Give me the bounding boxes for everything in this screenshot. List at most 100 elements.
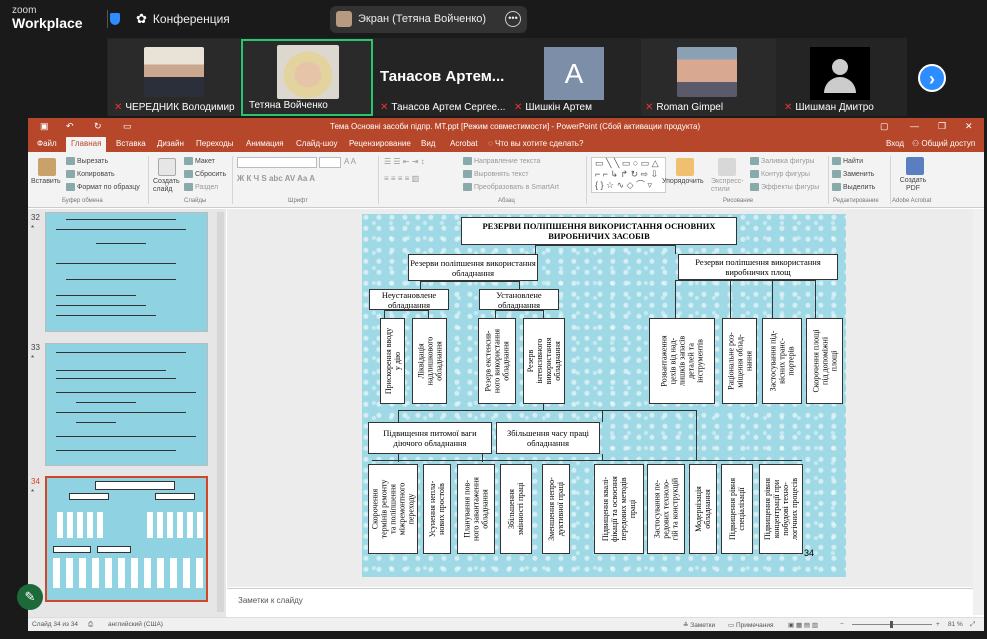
tab-transitions[interactable]: Переходы bbox=[196, 139, 234, 148]
minimize-icon[interactable]: — bbox=[910, 121, 919, 131]
paste-button[interactable]: Вставить bbox=[31, 178, 61, 185]
replace-button[interactable]: Заменить bbox=[832, 170, 874, 178]
thumbnails-scrollbar[interactable] bbox=[217, 212, 224, 612]
slide-canvas[interactable]: РЕЗЕРВИ ПОЛІПШЕННЯ ВИКОРИСТАННЯ ОСНОВНИХ… bbox=[362, 214, 846, 577]
mic-muted-icon: ✕ bbox=[380, 102, 389, 113]
thumbnail-number: 32 bbox=[31, 213, 40, 222]
slide-thumbnail-selected[interactable] bbox=[45, 476, 208, 602]
conference-label: Конференция bbox=[152, 12, 230, 26]
slide-number: 34 bbox=[804, 548, 815, 558]
align-buttons[interactable]: ≡ ≡ ≡ ≡ ▥ bbox=[384, 174, 419, 183]
arrange-icon[interactable] bbox=[676, 158, 694, 176]
undo-icon[interactable]: ↶ bbox=[66, 121, 74, 132]
tab-insert[interactable]: Вставка bbox=[116, 139, 146, 148]
conference-menu[interactable]: ✿ Конференция bbox=[136, 11, 230, 27]
redo-icon[interactable]: ↻ bbox=[94, 121, 102, 132]
view-buttons[interactable]: ▣ ▦ ▤ ▥ bbox=[788, 621, 818, 629]
list-buttons[interactable]: ☰ ☰ ⇤ ⇥ ↕ bbox=[384, 157, 425, 166]
participant-tile[interactable]: ✕ ЧЕРЕДНИК Володимир bbox=[108, 39, 240, 116]
zoom-out-button[interactable]: − bbox=[840, 621, 844, 628]
participant-tile[interactable]: ✕ Танасов Артем Сергее... bbox=[374, 39, 508, 116]
align-text-button[interactable]: Выровнять текст bbox=[463, 170, 529, 178]
group-clipboard: Буфер обмена bbox=[62, 198, 103, 204]
participant-tile[interactable]: ✕ Шишман Дмитро bbox=[778, 39, 906, 116]
tab-slideshow[interactable]: Слайд-шоу bbox=[296, 139, 337, 148]
present-icon[interactable]: ▭ bbox=[123, 121, 132, 132]
shape-effects-button[interactable]: Эффекты фигуры bbox=[750, 183, 819, 191]
tab-design[interactable]: Дизайн bbox=[157, 139, 184, 148]
quick-styles-button[interactable]: Экспресс-стили bbox=[711, 178, 747, 194]
tab-animations[interactable]: Анимация bbox=[246, 139, 284, 148]
copy-button[interactable]: Копировать bbox=[66, 170, 115, 178]
tab-home[interactable]: Главная bbox=[66, 137, 107, 152]
new-slide-button[interactable]: Создать слайд bbox=[153, 178, 185, 194]
window-title: Тема Основні засоби підпр. МТ.ppt [Режим… bbox=[330, 122, 701, 131]
sign-in-link[interactable]: Вход bbox=[886, 139, 904, 148]
smartart-button[interactable]: Преобразовать в SmartArt bbox=[463, 183, 559, 191]
notes-toggle[interactable]: ≙ Заметки bbox=[683, 621, 715, 629]
maximize-icon[interactable]: ❐ bbox=[938, 121, 946, 132]
text-direction-button[interactable]: Направление текста bbox=[463, 157, 540, 165]
slide-thumbnail[interactable] bbox=[45, 212, 208, 332]
save-icon[interactable]: ▣ bbox=[40, 121, 49, 132]
tab-view[interactable]: Вид bbox=[421, 139, 435, 148]
format-painter-button[interactable]: Формат по образцу bbox=[66, 183, 140, 191]
tab-review[interactable]: Рецензирование bbox=[349, 139, 411, 148]
mic-muted-icon: ✕ bbox=[114, 102, 123, 113]
quick-styles-icon[interactable] bbox=[718, 158, 736, 176]
select-button[interactable]: Выделить bbox=[832, 183, 875, 191]
arrange-button[interactable]: Упорядочить bbox=[662, 178, 704, 185]
mic-muted-icon: ✕ bbox=[784, 102, 793, 113]
comment-icon: ▭ bbox=[728, 622, 736, 629]
font-size-buttons[interactable]: A A bbox=[344, 157, 356, 166]
layout-button[interactable]: Макет bbox=[184, 157, 215, 165]
annotate-pen-button[interactable]: ✎ bbox=[17, 584, 43, 610]
comments-toggle[interactable]: ▭ Примечания bbox=[728, 621, 773, 629]
participant-tile-active[interactable]: Тетяна Войченко bbox=[241, 39, 373, 116]
notes-pane[interactable]: Заметки к слайду bbox=[227, 588, 973, 615]
language-indicator[interactable]: английский (США) bbox=[108, 621, 163, 628]
tab-acrobat[interactable]: Acrobat bbox=[450, 139, 478, 148]
pdf-icon[interactable] bbox=[906, 157, 924, 175]
zoom-slider-thumb[interactable] bbox=[890, 621, 893, 628]
slide-counter: Слайд 34 из 34 bbox=[32, 621, 79, 628]
zoom-in-button[interactable]: + bbox=[936, 621, 940, 628]
slide-thumbnail[interactable] bbox=[45, 343, 208, 466]
font-size-select[interactable] bbox=[319, 157, 341, 168]
share-button[interactable]: ⚇ Общий доступ bbox=[912, 139, 975, 148]
tell-me[interactable]: ◌ Что вы хотите сделать? bbox=[488, 139, 583, 148]
vertical-scrollbar[interactable] bbox=[973, 209, 984, 615]
participant-tile[interactable]: ✕ Roman Gimpel bbox=[641, 39, 776, 116]
more-icon[interactable]: ••• bbox=[505, 11, 521, 27]
participant-tile[interactable]: ✕ Шишкін Артем bbox=[508, 39, 638, 116]
replace-icon bbox=[832, 170, 841, 178]
effects-icon bbox=[750, 183, 759, 191]
new-slide-icon[interactable] bbox=[158, 158, 176, 176]
next-page-button[interactable]: › bbox=[918, 64, 946, 92]
tab-file[interactable]: Файл bbox=[37, 139, 57, 148]
close-icon[interactable]: ✕ bbox=[965, 121, 973, 132]
shape-outline-button[interactable]: Контур фигуры bbox=[750, 170, 810, 178]
ribbon-options-icon[interactable]: ▢ bbox=[880, 121, 889, 132]
slide-title: РЕЗЕРВИ ПОЛІПШЕННЯ ВИКОРИСТАННЯ ОСНОВНИХ… bbox=[461, 217, 737, 245]
find-button[interactable]: Найти bbox=[832, 157, 863, 165]
slide-thumbnails-pane: 32 * 33 * 34 * bbox=[28, 209, 226, 617]
diagram-box: Раціональне роз- міщення облад- нання bbox=[722, 318, 757, 404]
fit-slide-icon[interactable]: ⤢ bbox=[970, 621, 975, 629]
paste-icon[interactable] bbox=[38, 158, 56, 176]
group-slides: Слайды bbox=[184, 198, 207, 204]
screen-share-pill[interactable]: Экран (Тетяна Войченко) ••• bbox=[330, 6, 527, 33]
shape-fill-button[interactable]: Заливка фигуры bbox=[750, 157, 814, 165]
font-name-select[interactable] bbox=[237, 157, 317, 168]
font-style-buttons[interactable]: Ж К Ч S abc AV Aa A bbox=[237, 174, 315, 183]
cut-button[interactable]: Вырезать bbox=[66, 157, 108, 165]
participant-video bbox=[144, 47, 204, 97]
shield-icon[interactable] bbox=[110, 13, 120, 25]
shapes-gallery[interactable]: ▭ ╲ ╲ ▭ ○ ▭ △ ⌐ ⌐ ↳ ↱ ↻ ⇨ ⇩{ } ☆ ∿ ◇ ⌒ ▿ bbox=[591, 157, 666, 193]
spellcheck-icon[interactable]: ⎙ bbox=[88, 621, 93, 629]
section-button[interactable]: Раздел bbox=[184, 183, 218, 191]
create-pdf-button[interactable]: Создать PDF bbox=[898, 177, 928, 193]
zoom-level[interactable]: 81 % bbox=[948, 621, 963, 628]
reset-button[interactable]: Сбросить bbox=[184, 170, 226, 178]
diagram-box: Розвантаження цехів від над- лишків запа… bbox=[649, 318, 715, 404]
